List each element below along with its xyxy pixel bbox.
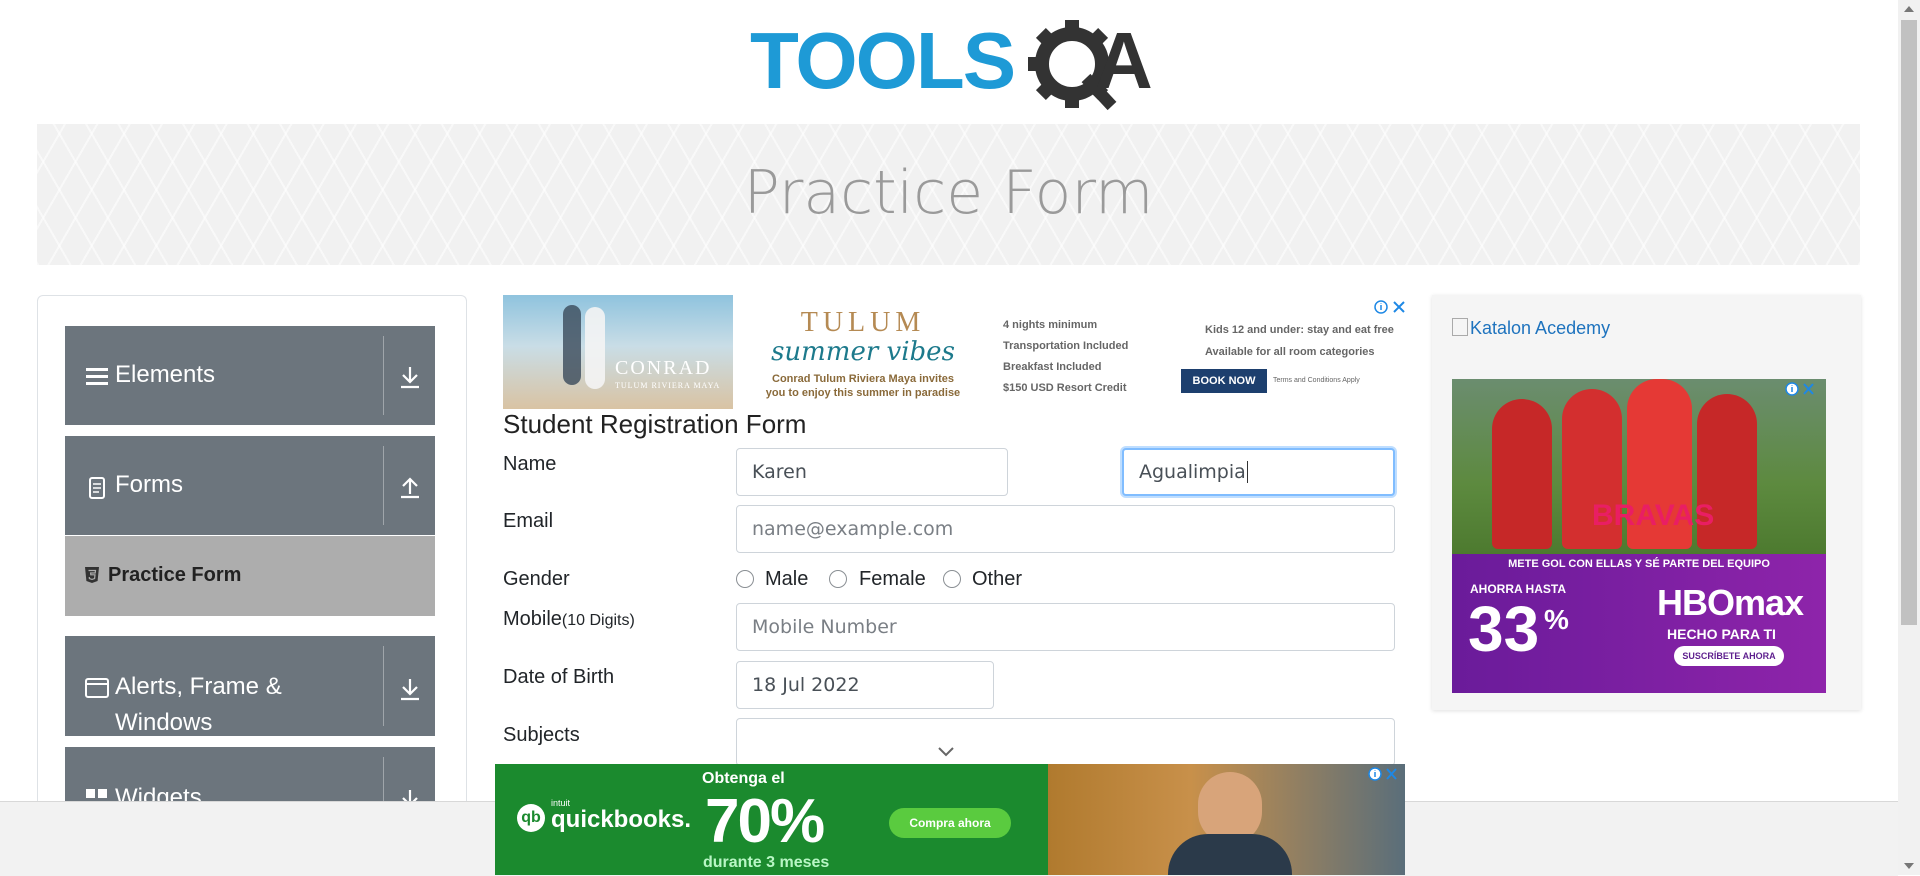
close-icon	[1368, 767, 1397, 781]
brand-name: quickbooks.	[551, 806, 692, 833]
sidebar: Elements Forms Practice Form Alerts, Fra…	[37, 295, 467, 836]
toolsqa-logo[interactable]: TOOLS A	[750, 16, 1155, 113]
discount-unit: %	[1544, 604, 1569, 635]
ad-choices-close[interactable]	[1365, 764, 1401, 784]
sidebar-group-label: Alerts, Frame &	[115, 673, 282, 700]
dob-label: Date of Birth	[503, 666, 615, 688]
sidebar-group-elements[interactable]: Elements	[65, 326, 435, 425]
quickbooks-advertisement[interactable]: qb intuit quickbooks. Obtenga el 70% dur…	[495, 764, 1405, 875]
hbo-tagline: HECHO PARA TI	[1667, 626, 1776, 642]
sidebar-item-label: Practice Form	[108, 564, 242, 586]
upload-arrow-icon	[401, 477, 419, 499]
hbo-cta-button[interactable]: SUSCRÍBETE AHORA	[1674, 646, 1784, 666]
document-icon	[89, 477, 105, 499]
beach-photo: CONRAD TULUM RIVIERA MAYA	[503, 295, 733, 409]
ad-feature-list-left: 4 nights minimum Transportation Included…	[1003, 315, 1128, 399]
first-name-input[interactable]: Karen	[736, 448, 1008, 496]
download-arrow-icon	[401, 679, 419, 701]
hbo-logo: HBOmax	[1657, 582, 1804, 623]
email-label: Email	[503, 510, 554, 532]
ad-brand: CONRAD	[615, 357, 712, 379]
scroll-up-icon[interactable]	[1903, 4, 1915, 14]
gender-male-label[interactable]: Male	[765, 568, 808, 591]
page-banner: Practice Form	[37, 124, 1860, 265]
gender-other-radio[interactable]	[943, 570, 961, 588]
discount-value: 33	[1468, 593, 1540, 665]
subjects-input[interactable]	[736, 718, 1395, 766]
mobile-label-group: Mobile(10 Digits)	[503, 608, 635, 631]
text-cursor	[1246, 461, 1248, 483]
soccer-photo: BRAVAS	[1452, 379, 1826, 554]
top-advertisement[interactable]: CONRAD TULUM RIVIERA MAYA TULUM summer v…	[503, 295, 1410, 409]
gender-female-label[interactable]: Female	[859, 568, 926, 591]
offer-line-3: durante 3 meses	[703, 854, 830, 871]
promo-band: METE GOL CON ELLAS Y SÉ PARTE DEL EQUIPO…	[1452, 554, 1826, 693]
name-label: Name	[503, 453, 557, 475]
email-input[interactable]: name@example.com	[736, 505, 1395, 553]
gender-label: Gender	[503, 568, 570, 590]
gender-male-radio[interactable]	[736, 570, 754, 588]
ad-cta-button[interactable]: BOOK NOW	[1181, 369, 1267, 393]
hbo-max-advertisement[interactable]: BRAVAS METE GOL CON ELLAS Y SÉ PARTE DEL…	[1452, 379, 1826, 693]
page-title: Practice Form	[743, 158, 1154, 228]
window-icon	[85, 678, 109, 698]
menu-icon	[86, 368, 108, 385]
broken-image-icon	[1452, 318, 1468, 336]
html5-icon	[85, 567, 99, 583]
form-title: Student Registration Form	[503, 409, 807, 439]
katalon-academy-link[interactable]: Katalon Acedemy	[1452, 318, 1610, 339]
gender-female-radio[interactable]	[829, 570, 847, 588]
ad-feature: $150 USD Resort Credit	[1003, 382, 1127, 394]
last-name-value: Agualimpia	[1139, 461, 1246, 483]
quickbooks-cta-button[interactable]: Compra ahora	[889, 808, 1011, 838]
sidebar-group-alerts[interactable]: Alerts, Frame & Windows	[65, 636, 435, 736]
ad-choices-close[interactable]	[1782, 379, 1818, 399]
ad-terms: Terms and Conditions Apply	[1273, 377, 1360, 384]
jersey-text: BRAVAS	[1592, 499, 1715, 532]
ad-tagline-2: you to enjoy this summer in paradise	[765, 387, 961, 399]
svg-text:TOOLS: TOOLS	[750, 18, 1014, 105]
mobile-hint: (10 Digits)	[561, 612, 635, 629]
sidebar-group-label-line2: Windows	[115, 709, 213, 736]
mobile-label: Mobile	[503, 608, 562, 630]
svg-text:A: A	[1095, 18, 1153, 105]
ad-brand-sub: TULUM RIVIERA MAYA	[615, 381, 721, 390]
ad-script-line: summer vibes	[771, 337, 955, 367]
ad-headline: TULUM	[800, 307, 926, 338]
sidebar-group-label: Forms	[115, 471, 183, 498]
chevron-down-icon	[938, 747, 954, 757]
close-icon	[1374, 300, 1405, 314]
sidebar-group-label: Elements	[115, 361, 216, 388]
ad-choices-close[interactable]	[1373, 297, 1409, 317]
quickbooks-icon: qb	[517, 804, 545, 832]
mobile-input[interactable]: Mobile Number	[736, 603, 1395, 651]
quickbooks-promo-panel: qb intuit quickbooks. Obtenga el 70% dur…	[495, 764, 1048, 875]
ad-feature: Breakfast Included	[1003, 361, 1102, 373]
subjects-label: Subjects	[503, 724, 580, 746]
last-name-input[interactable]: Agualimpia	[1122, 448, 1395, 496]
download-arrow-icon	[401, 367, 419, 389]
close-icon	[1785, 382, 1814, 396]
scroll-down-icon[interactable]	[1903, 861, 1915, 871]
ad-feature: Transportation Included	[1003, 340, 1129, 352]
ad-feature: 4 nights minimum	[1003, 319, 1098, 331]
shop-photo	[1048, 764, 1405, 875]
sidebar-group-forms[interactable]: Forms	[65, 436, 435, 535]
date-of-birth-input[interactable]: 18 Jul 2022	[736, 661, 994, 709]
katalon-link-text: Katalon Acedemy	[1470, 318, 1611, 338]
logo-image: TOOLS A	[750, 16, 1153, 111]
gender-other-label[interactable]: Other	[972, 568, 1022, 591]
ad-feature: Kids 12 and under: stay and eat free	[1205, 324, 1394, 336]
offer-value: 70%	[705, 787, 825, 856]
sidebar-item-practice-form[interactable]: Practice Form	[65, 536, 435, 616]
promo-line: METE GOL CON ELLAS Y SÉ PARTE DEL EQUIPO	[1508, 558, 1770, 570]
ad-tagline-1: Conrad Tulum Riviera Maya invites	[772, 373, 954, 385]
scrollbar-thumb[interactable]	[1901, 20, 1917, 625]
ad-feature-list-right: Kids 12 and under: stay and eat free Ava…	[1205, 319, 1394, 363]
ad-feature: Available for all room categories	[1205, 346, 1375, 358]
